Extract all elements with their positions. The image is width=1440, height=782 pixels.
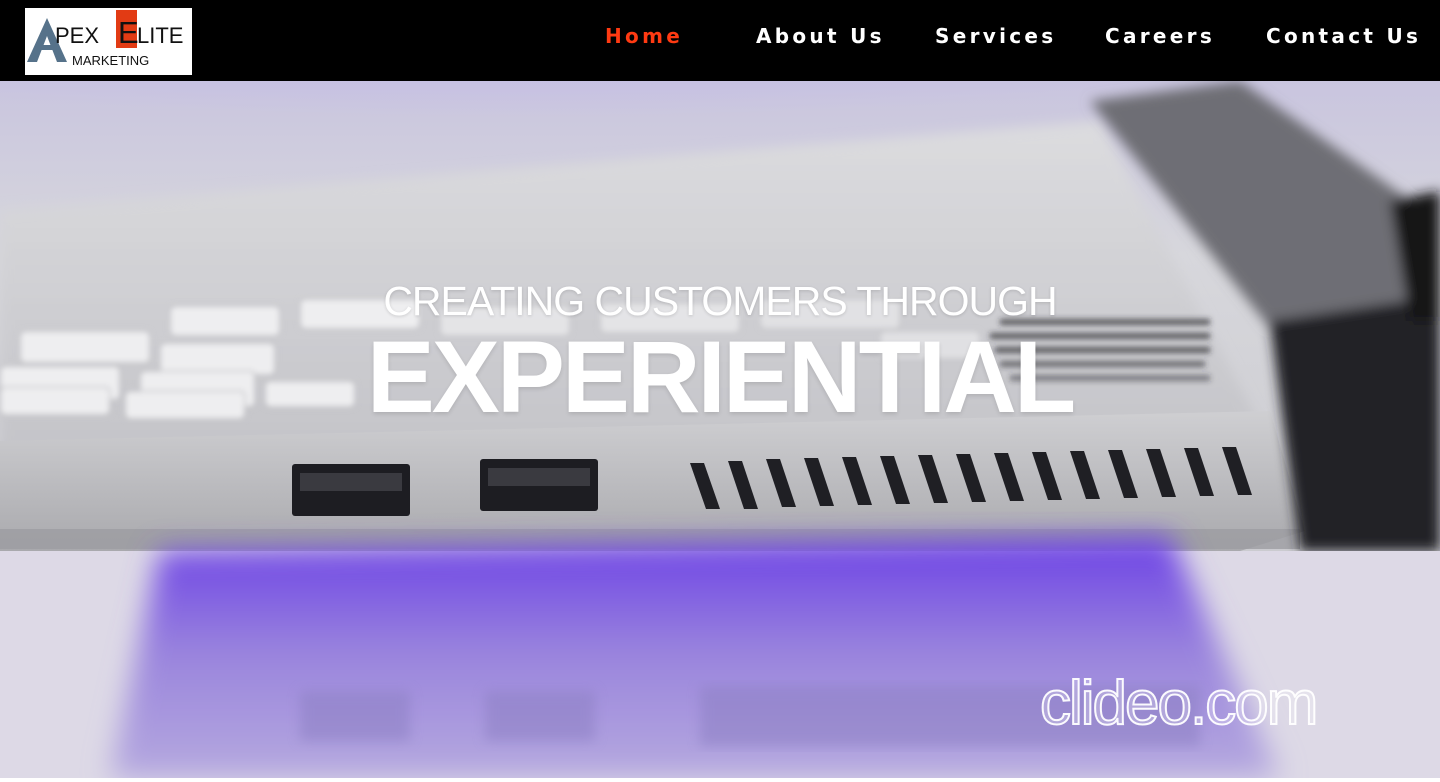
main-nav: Home About Us Services Careers Contact U… [0, 0, 1440, 81]
nav-home[interactable]: Home [605, 22, 683, 50]
nav-services[interactable]: Services [935, 22, 1056, 50]
page-bottom-edge [0, 778, 1440, 782]
hero-headline: EXPERIENTIAL [366, 320, 1076, 434]
hero-tagline: CREATING CUSTOMERS THROUGH [383, 278, 1057, 324]
hero-video[interactable]: CREATING CUSTOMERS THROUGH EXPERIENTIAL … [0, 81, 1440, 778]
site-header: PEX E LITE MARKETING Home About Us Servi… [0, 0, 1440, 81]
nav-contact-us[interactable]: Contact Us [1266, 22, 1421, 50]
nav-careers[interactable]: Careers [1105, 22, 1215, 50]
nav-about-us[interactable]: About Us [756, 22, 885, 50]
clideo-watermark: clideo.com [1039, 668, 1319, 739]
